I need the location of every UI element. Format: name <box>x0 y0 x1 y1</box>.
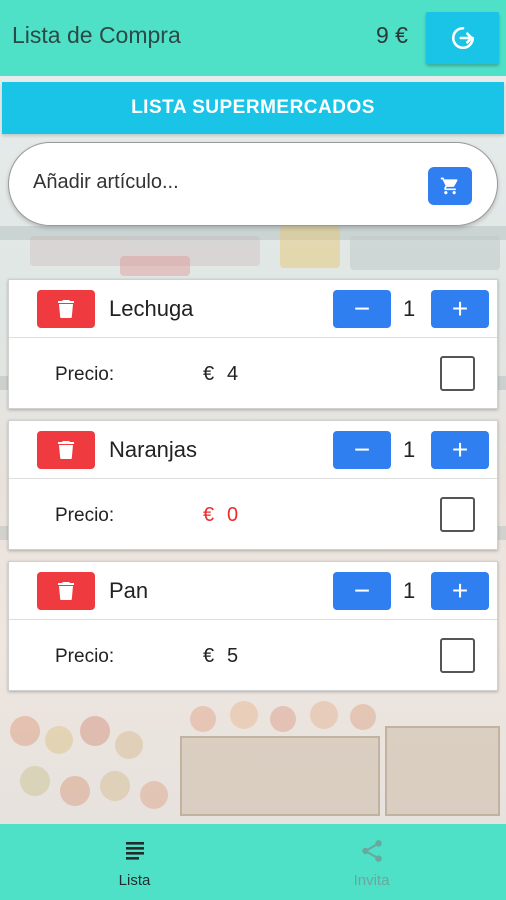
price-currency: € <box>203 645 215 667</box>
trash-icon <box>58 441 74 459</box>
app-title: Lista de Compra <box>12 22 181 48</box>
price-label: Precio: <box>55 364 115 385</box>
nav-tab-invita[interactable]: Invita <box>245 824 498 900</box>
list-item: Naranjas − 1 + Precio: € 0 <box>8 420 498 550</box>
decrease-quantity-button[interactable]: − <box>333 290 391 328</box>
item-price[interactable]: 4 <box>227 363 238 386</box>
decrease-quantity-button[interactable]: − <box>333 572 391 610</box>
total-amount: 9 € <box>376 22 408 48</box>
delete-item-button[interactable] <box>37 431 95 469</box>
bottom-navigation: Lista Invita <box>0 824 506 900</box>
item-quantity: 1 <box>403 437 416 462</box>
trash-icon <box>58 582 74 600</box>
increase-quantity-button[interactable]: + <box>431 572 489 610</box>
item-header-row: Naranjas − 1 + <box>9 421 497 479</box>
item-price[interactable]: 0 <box>227 504 238 527</box>
top-app-bar: Lista de Compra 9 € <box>0 0 506 76</box>
list-icon <box>125 842 144 860</box>
item-header-row: Lechuga − 1 + <box>9 280 497 338</box>
add-item-bar <box>8 142 498 226</box>
item-checkbox[interactable] <box>440 356 475 391</box>
increase-quantity-button[interactable]: + <box>431 290 489 328</box>
add-item-input[interactable] <box>33 171 413 194</box>
price-label: Precio: <box>55 646 115 667</box>
nav-label: Lista <box>118 872 151 889</box>
list-title-bar: LISTA SUPERMERCADOS <box>2 82 504 134</box>
price-currency: € <box>203 363 215 385</box>
item-price[interactable]: 5 <box>227 645 238 668</box>
share-icon <box>361 840 382 862</box>
increase-quantity-button[interactable]: + <box>431 431 489 469</box>
nav-tab-lista[interactable]: Lista <box>8 824 261 900</box>
item-quantity: 1 <box>403 296 416 321</box>
add-to-cart-button[interactable] <box>428 167 472 205</box>
item-name: Pan <box>109 578 149 603</box>
item-checkbox[interactable] <box>440 497 475 532</box>
item-header-row: Pan − 1 + <box>9 562 497 620</box>
item-name: Lechuga <box>109 296 194 321</box>
item-checkbox[interactable] <box>440 638 475 673</box>
cart-icon <box>440 177 458 195</box>
delete-item-button[interactable] <box>37 290 95 328</box>
list-item: Lechuga − 1 + Precio: € 4 <box>8 279 498 409</box>
list-title: LISTA SUPERMERCADOS <box>131 97 375 118</box>
logout-button[interactable] <box>426 12 499 64</box>
price-currency: € <box>203 504 215 526</box>
nav-label: Invita <box>353 872 390 889</box>
logout-icon <box>451 26 474 50</box>
item-name: Naranjas <box>109 437 198 462</box>
price-label: Precio: <box>55 505 115 526</box>
decrease-quantity-button[interactable]: − <box>333 431 391 469</box>
list-item: Pan − 1 + Precio: € 5 <box>8 561 498 691</box>
trash-icon <box>58 300 74 318</box>
item-quantity: 1 <box>403 578 416 603</box>
delete-item-button[interactable] <box>37 572 95 610</box>
